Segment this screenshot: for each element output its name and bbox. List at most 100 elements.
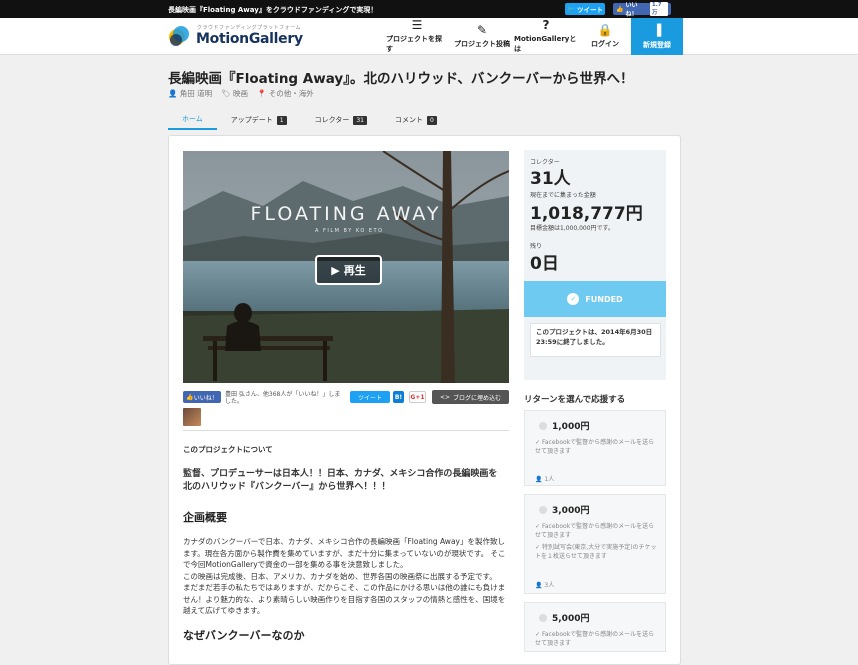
tab-label: コメント [395,116,423,124]
tweet-button[interactable]: ツイート [350,391,390,403]
lead-text: 監督、プロデューサーは日本人！！日本、カナダ、メキシコ合作の長編映画を 北のハリ… [183,468,509,493]
count-value: 1人 [544,476,555,483]
bullet-icon [539,613,547,622]
reward-count: 👤 3人 [535,580,554,589]
reward-count: 👤 1人 [535,474,554,483]
owner[interactable]: 👤 角田 道明 [168,88,212,99]
top-message: 長編映画『Floating Away』をクラウドファンディングで実現！ [168,6,378,14]
video-player[interactable]: FLOATING AWAY A FILM BY KO ETO ▶ 再生 [183,151,509,383]
check-icon: ✓ [535,631,541,638]
list-icon: ☰ [411,18,423,32]
logo-text[interactable]: MotionGallery [196,31,303,47]
play-button[interactable]: ▶ 再生 [315,255,382,285]
hatena-label: B! [394,393,403,401]
tab-count: 1 [276,115,287,125]
motiongallery-logo-icon[interactable] [168,24,190,48]
tweet-label: ツイート [357,394,382,402]
desc-text: 特別試写会(東京,大分で実施予定)のチケットを１枚送らせて頂きます [535,544,657,560]
location[interactable]: 📍 その他・海外 [257,88,314,99]
price-value: 1,000円 [552,422,590,432]
about-heading: このプロジェクトについて [183,445,273,454]
location-name: その他・海外 [268,89,314,98]
gplus-label: G+1 [410,393,425,401]
fb-like-label: いいね！ [625,2,638,18]
tab-comments[interactable]: コメント 0 [381,110,451,130]
bullet-icon [539,505,547,514]
like-label: いいね！ [193,394,218,402]
nav-login[interactable]: 🔒 ログイン [585,18,625,55]
embed-button[interactable]: <> ブログに埋め込む [432,390,509,404]
gplus-button[interactable]: G+1 [409,391,426,403]
para-2: この映画は完成後、日本、アメリカ、カナダを始め、世界各国の映画祭に出展する予定で… [183,571,497,581]
owner-name: 角田 道明 [179,89,213,98]
reward-card[interactable]: 5,000円 ✓ Facebookで監督から感謝のメールを送らせて頂きます [524,602,666,652]
bullet-icon [539,421,547,430]
tab-count: 31 [353,115,367,125]
nav-label: ログイン [591,40,619,48]
nav-explore[interactable]: ☰ プロジェクトを探す [386,18,448,55]
fb-like-button[interactable]: 👍 いいね！ [183,391,221,403]
user-icon: 👤 [168,89,178,98]
top-tweet-button[interactable]: 🐦 ツイート [565,3,605,15]
tab-label: アップデート [230,116,273,124]
lock-icon: 🔒 [597,23,613,37]
fb-like-count: 1.7万 [649,2,668,16]
code-icon: <> [439,393,451,401]
reward-price: 1,000円 [539,419,589,432]
desc-text: Facebookで監督から感謝のメールを送らせて頂きます [535,439,655,455]
para-3: まだまだ若手の私たちではありますが、だからこそ、この作品にかける思いは他の誰にも… [183,583,506,615]
check-icon: ✓ [535,523,541,530]
divider [183,430,509,431]
funded-label: FUNDED [585,294,623,304]
overview-paragraph: カナダのバンクーバーで日本、カナダ、メキシコ合作の長編映画「Floating A… [183,536,509,617]
top-fb-like-button[interactable]: 👍 いいね！ 1.7万 [613,2,671,18]
video-title: FLOATING AWAY [250,203,442,225]
question-icon: ? [542,18,550,32]
count-value: 3人 [544,582,555,589]
nav-submit[interactable]: ✎ プロジェクト投稿 [453,18,511,55]
reward-price: 3,000円 [539,503,589,516]
para-1: カナダのバンクーバーで日本、カナダ、メキシコ合作の長編映画「Floating A… [183,537,506,569]
tab-collectors[interactable]: コレクター 31 [301,110,381,130]
nav-label: MotionGalleryとは [514,35,577,53]
embed-label: ブログに埋め込む [453,394,502,402]
signup-label: 新規登録 [643,40,671,49]
remain-value: 0日 [530,254,559,274]
lead-line-2: 北のハリウッド『バンクーバー』から世界へ！！！ [183,481,391,492]
goal-text: 目標金額は1,000,000円です。 [530,225,614,232]
tag-icon: 🏷 [221,89,231,98]
logo-subtitle: クラウドファンディングプラットフォーム [197,25,302,31]
nav-about[interactable]: ? MotionGalleryとは [514,18,578,55]
tab-home[interactable]: ホーム [168,110,217,130]
reward-card[interactable]: 3,000円 ✓ Facebookで監督から感謝のメールを送らせて頂きます ✓ … [524,494,666,594]
thumbs-up-icon: 👍 [186,393,194,401]
play-icon: ▶ [331,263,340,277]
signup-button[interactable]: ▐ 新規登録 [631,18,683,55]
tab-label: ホーム [182,115,203,123]
category[interactable]: 🏷 映画 [221,88,248,99]
check-icon: ✓ [567,293,580,305]
reward-desc: ✓ Facebookで監督から感謝のメールを送らせて頂きます [535,522,660,540]
site-header: クラウドファンディングプラットフォーム MotionGallery ☰ プロジェク… [0,18,858,55]
reward-desc: ✓ Facebookで監督から感謝のメールを送らせて頂きます [535,438,660,456]
tab-updates[interactable]: アップデート 1 [217,110,301,130]
desc-text: Facebookで監督から感謝のメールを送らせて頂きます [535,523,655,539]
category-name: 映画 [233,89,249,98]
tweet-label: ツイート [577,6,604,14]
twitter-icon: 🐦 [566,5,576,13]
pencil-icon: ✎ [476,23,488,37]
reward-card[interactable]: 1,000円 ✓ Facebookで監督から感謝のメールを送らせて頂きます 👤 … [524,410,666,486]
pin-icon: 📍 [257,89,267,98]
avatar[interactable] [183,408,201,426]
collectors-count: 31人 [530,169,571,189]
hatena-button[interactable]: B! [393,391,404,403]
thumbs-up-icon: 👍 [616,5,624,13]
video-subtitle: A FILM BY KO ETO [315,228,384,234]
play-label: 再生 [343,264,366,277]
reward-desc: ✓ Facebookで監督から感謝のメールを送らせて頂きます [535,630,660,648]
project-title: 長編映画『Floating Away』。北のハリウッド、バンクーバーから世界へ！ [168,71,634,87]
check-icon: ✓ [535,544,541,551]
check-icon: ✓ [535,439,541,446]
fb-like-text: 豊田 弘さん、他368人が「いいね！」しました。 [225,391,341,405]
desc-text: Facebookで監督から感謝のメールを送らせて頂きます [535,631,655,647]
